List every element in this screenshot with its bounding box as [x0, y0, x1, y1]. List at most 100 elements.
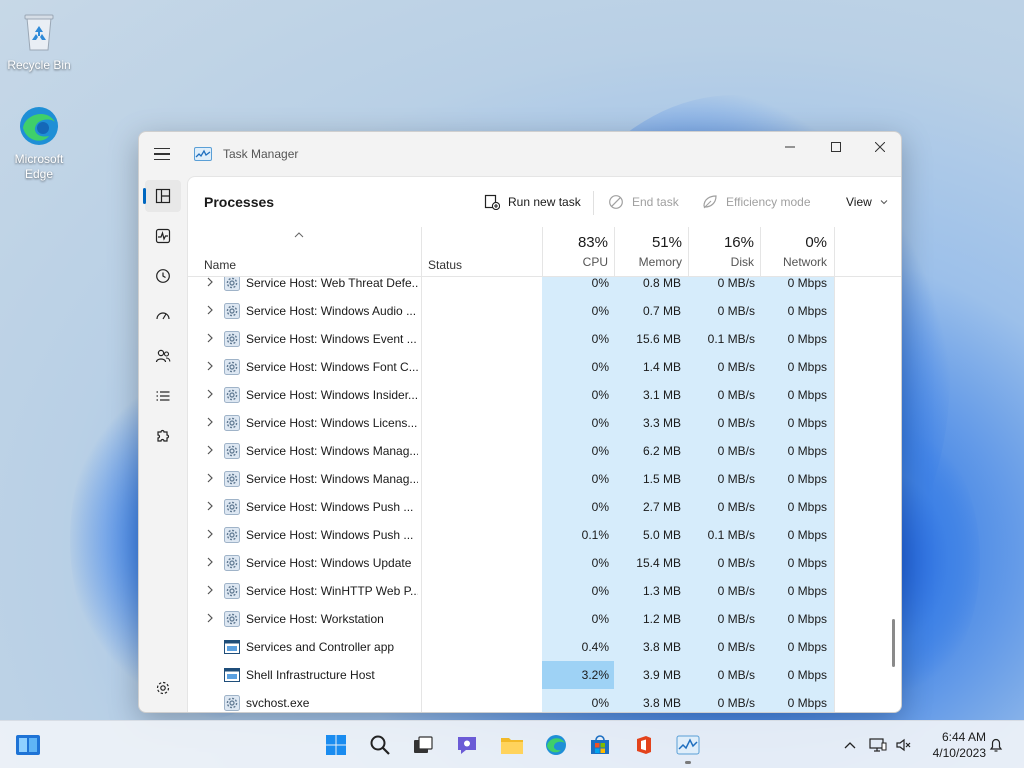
vertical-scrollbar[interactable] — [892, 619, 895, 667]
process-row[interactable]: Service Host: Windows Update 0% 15.4 MB 0 M… — [188, 549, 901, 577]
chevron-right-icon[interactable] — [206, 501, 214, 511]
process-network: 0 Mbps — [787, 304, 827, 318]
run-new-task-label: Run new task — [508, 195, 581, 209]
column-header-disk[interactable]: 16% Disk — [688, 233, 754, 271]
nav-startup-apps[interactable] — [145, 300, 181, 332]
process-row[interactable]: Service Host: Web Threat Defe... 0% 0.8 MB… — [188, 277, 901, 297]
desktop-icon-recycle-bin[interactable]: Recycle Bin — [4, 10, 74, 73]
chevron-right-icon[interactable] — [206, 305, 214, 315]
nav-details[interactable] — [145, 380, 181, 412]
minimize-button[interactable] — [767, 132, 813, 162]
gear-icon — [224, 387, 240, 403]
chat-button[interactable] — [447, 729, 487, 761]
process-memory: 15.6 MB — [636, 332, 681, 346]
column-header-status[interactable]: Status — [428, 258, 462, 272]
office-button[interactable] — [624, 729, 664, 761]
nav-services[interactable] — [145, 420, 181, 452]
processes-page: Processes Run new task End task Efficien… — [187, 176, 901, 712]
process-row[interactable]: Service Host: Windows Push ... 0% 2.7 MB 0 … — [188, 493, 901, 521]
task-manager-icon — [676, 735, 700, 755]
chevron-right-icon[interactable] — [206, 277, 214, 287]
chevron-right-icon[interactable] — [206, 445, 214, 455]
nav-performance[interactable] — [145, 220, 181, 252]
process-row[interactable]: Service Host: Workstation 0% 1.2 MB 0 MB/s 0… — [188, 605, 901, 633]
process-row[interactable]: Service Host: Windows Font C... 0% 1.4 MB 0… — [188, 353, 901, 381]
end-task-button[interactable]: End task — [608, 193, 679, 211]
process-memory: 3.3 MB — [642, 416, 681, 430]
column-header-memory[interactable]: 51% Memory — [614, 233, 682, 271]
process-network: 0 Mbps — [787, 360, 827, 374]
chevron-right-icon[interactable] — [206, 361, 214, 371]
maximize-button[interactable] — [813, 132, 859, 162]
process-memory: 1.3 MB — [642, 584, 681, 598]
process-memory: 1.2 MB — [642, 612, 681, 626]
history-icon — [156, 269, 170, 283]
view-menu-button[interactable]: View — [846, 193, 888, 211]
chevron-right-icon[interactable] — [206, 473, 214, 483]
nav-processes[interactable] — [143, 180, 181, 212]
speaker-muted-icon — [896, 738, 911, 752]
widgets-button[interactable] — [8, 729, 48, 761]
process-row[interactable]: Service Host: Windows Event ... 0% 15.6 MB… — [188, 325, 901, 353]
notifications-button[interactable] — [986, 735, 1006, 755]
chevron-right-icon[interactable] — [206, 529, 214, 539]
process-network: 0 Mbps — [787, 584, 827, 598]
process-row[interactable]: svchost.exe 0% 3.8 MB 0 MB/s 0 Mbps — [188, 689, 901, 712]
process-disk: 0 MB/s — [717, 360, 755, 374]
efficiency-mode-button[interactable]: Efficiency mode — [702, 193, 811, 211]
network-tray-button[interactable] — [868, 735, 888, 755]
clock-date: 4/10/2023 — [932, 746, 986, 760]
start-button[interactable] — [316, 729, 356, 761]
chevron-right-icon[interactable] — [206, 389, 214, 399]
process-row[interactable]: Service Host: Windows Push ... 0.1% 5.0 MB… — [188, 521, 901, 549]
process-network: 0 Mbps — [787, 668, 827, 682]
close-button[interactable] — [857, 132, 901, 162]
process-row[interactable]: Service Host: WinHTTP Web P... 0% 1.3 MB 0 … — [188, 577, 901, 605]
nav-users[interactable] — [145, 340, 181, 372]
task-manager-taskbar-button[interactable] — [668, 729, 708, 764]
file-explorer-button[interactable] — [492, 729, 532, 761]
volume-tray-button[interactable] — [894, 735, 914, 755]
process-row[interactable]: Services and Controller app 0.4% 3.8 MB 0 M… — [188, 633, 901, 661]
process-row[interactable]: Service Host: Windows Manag... 0% 6.2 MB 0 … — [188, 437, 901, 465]
office-icon — [637, 736, 651, 754]
chevron-right-icon[interactable] — [206, 557, 214, 567]
gear-icon — [224, 471, 240, 487]
column-header-name[interactable]: Name — [204, 258, 236, 272]
search-button[interactable] — [360, 729, 400, 761]
hamburger-menu-icon[interactable] — [151, 144, 173, 164]
nav-app-history[interactable] — [145, 260, 181, 292]
run-new-task-button[interactable]: Run new task — [484, 193, 581, 211]
gear-icon — [224, 331, 240, 347]
chevron-right-icon[interactable] — [206, 613, 214, 623]
chevron-right-icon[interactable] — [206, 333, 214, 343]
store-button[interactable] — [580, 729, 620, 761]
nav-settings[interactable] — [145, 672, 181, 704]
column-header-cpu[interactable]: 83% CPU — [542, 233, 608, 271]
chevron-right-icon[interactable] — [206, 585, 214, 595]
gear-icon — [224, 443, 240, 459]
sort-ascending-icon — [294, 232, 304, 238]
process-row[interactable]: Service Host: Windows Licens... 0% 3.3 MB 0… — [188, 409, 901, 437]
process-cpu: 0% — [591, 444, 609, 458]
process-row[interactable]: Service Host: Windows Audio ... 0% 0.7 MB 0… — [188, 297, 901, 325]
desktop-icon-label: Microsoft Edge — [14, 152, 64, 181]
desktop-icon-edge[interactable]: Microsoft Edge — [4, 104, 74, 182]
task-view-icon — [414, 736, 433, 753]
column-header-network[interactable]: 0% Network — [760, 233, 827, 271]
details-list-icon — [156, 391, 170, 401]
app-window-icon — [224, 640, 240, 654]
task-view-button[interactable] — [403, 729, 443, 761]
show-hidden-icons-button[interactable] — [840, 735, 860, 755]
process-row[interactable]: Service Host: Windows Insider... 0% 3.1 MB… — [188, 381, 901, 409]
title-bar[interactable]: Task Manager — [139, 132, 901, 176]
process-row[interactable]: Service Host: Windows Manag... 0% 1.5 MB 0 … — [188, 465, 901, 493]
process-memory: 0.8 MB — [642, 277, 681, 290]
app-window-icon — [224, 668, 240, 682]
process-network: 0 Mbps — [787, 612, 827, 626]
chevron-right-icon[interactable] — [206, 417, 214, 427]
process-row[interactable]: Shell Infrastructure Host 3.2% 3.9 MB 0 MB/… — [188, 661, 901, 689]
clock[interactable]: 6:44 AM 4/10/2023 — [922, 729, 986, 761]
edge-taskbar-button[interactable] — [536, 729, 576, 761]
gear-icon — [224, 303, 240, 319]
